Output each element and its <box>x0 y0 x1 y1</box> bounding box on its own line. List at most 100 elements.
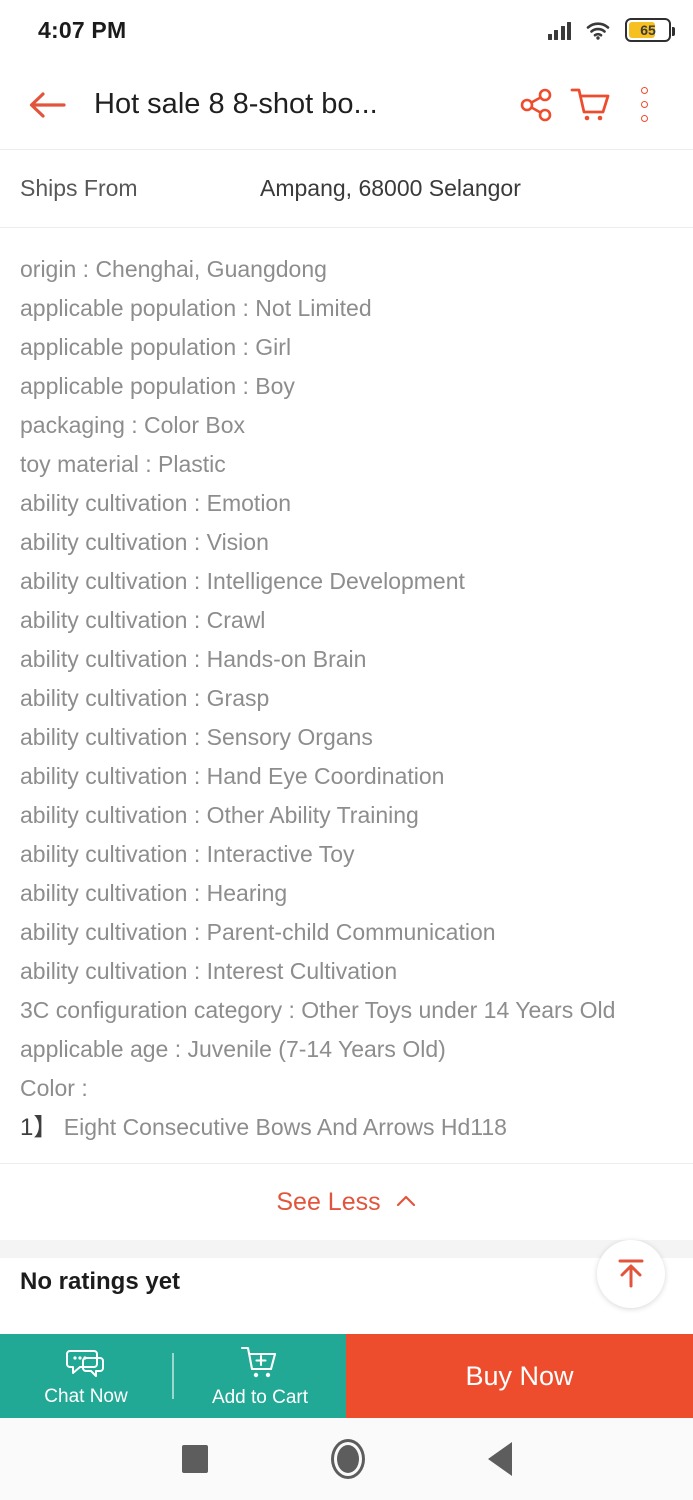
spec-separator: : <box>74 1075 88 1101</box>
cart-icon[interactable] <box>563 78 617 132</box>
spec-key: origin <box>20 256 77 282</box>
spec-key: ability cultivation <box>20 685 188 711</box>
spec-key: ability cultivation <box>20 763 188 789</box>
spec-row: ability cultivation : Vision <box>20 523 673 562</box>
spec-value: Interest Cultivation <box>206 958 398 984</box>
spec-row: applicable population : Boy <box>20 367 673 406</box>
spec-key: applicable population <box>20 373 237 399</box>
spec-row: 3C configuration category : Other Toys u… <box>20 991 673 1030</box>
spec-key: ability cultivation <box>20 529 188 555</box>
spec-separator: : <box>187 958 207 984</box>
buy-now-label: Buy Now <box>465 1360 574 1391</box>
spec-separator: : <box>187 568 207 594</box>
spec-row: ability cultivation : Intelligence Devel… <box>20 562 673 601</box>
spec-value: Crawl <box>206 607 266 633</box>
spec-key: ability cultivation <box>20 724 188 750</box>
cart-plus-icon <box>239 1345 281 1386</box>
spec-value: Girl <box>255 334 292 360</box>
see-less-button[interactable]: See Less <box>0 1164 693 1240</box>
buy-now-button[interactable]: Buy Now <box>346 1334 693 1418</box>
spec-value: Color Box <box>144 412 246 438</box>
chat-now-label: Chat Now <box>44 1386 128 1407</box>
more-options-icon[interactable] <box>617 78 671 132</box>
spec-key: toy material <box>20 451 139 477</box>
spec-separator: : <box>236 373 256 399</box>
ships-from-row[interactable]: Ships From Ampang, 68000 Selangor <box>0 150 693 228</box>
spec-key: applicable age <box>20 1036 169 1062</box>
spec-key: Color <box>20 1075 75 1101</box>
spec-row: applicable population : Not Limited <box>20 289 673 328</box>
add-to-cart-button[interactable]: Add to Cart <box>174 1334 346 1418</box>
color-option-row: 1】 Eight Consecutive Bows And Arrows Hd1… <box>20 1108 673 1147</box>
wifi-icon <box>585 20 611 40</box>
app-header: Hot sale 8 8-shot bo... <box>0 60 693 150</box>
triangle-back-icon[interactable] <box>487 1442 512 1476</box>
spec-value: Vision <box>206 529 269 555</box>
circle-home-icon[interactable] <box>330 1439 365 1479</box>
spec-value: Not Limited <box>255 295 372 321</box>
ratings-section: No ratings yet <box>0 1258 693 1302</box>
spec-value: Intelligence Development <box>206 568 465 594</box>
spec-separator: : <box>282 997 302 1023</box>
signal-icon <box>547 20 571 40</box>
back-arrow-icon[interactable] <box>20 78 74 132</box>
ships-from-value: Ampang, 68000 Selangor <box>260 175 521 201</box>
spec-value: Emotion <box>206 490 292 516</box>
spec-value: Hand Eye Coordination <box>206 763 445 789</box>
status-icons: 65 <box>547 18 675 42</box>
spec-separator: : <box>124 412 145 438</box>
battery-level: 65 <box>640 22 656 38</box>
square-recents-icon[interactable] <box>181 1445 208 1473</box>
spec-value: Plastic <box>158 451 226 477</box>
share-icon[interactable] <box>509 78 563 132</box>
spec-key: packaging <box>20 412 125 438</box>
status-bar: 4:07 PM 65 <box>0 0 693 60</box>
color-option-index: 1】 <box>20 1114 58 1141</box>
spec-separator: : <box>187 529 207 555</box>
spec-value: Sensory Organs <box>206 724 373 750</box>
section-divider <box>0 1240 693 1258</box>
spec-key: ability cultivation <box>20 841 188 867</box>
spec-value: Chenghai, Guangdong <box>95 256 327 282</box>
product-specifications: origin : Chenghai, Guangdong applicable … <box>0 228 693 1164</box>
add-to-cart-label: Add to Cart <box>211 1387 309 1408</box>
spec-key: applicable population <box>20 334 237 360</box>
spec-separator: : <box>236 334 256 360</box>
see-less-label: See Less <box>276 1187 381 1216</box>
spec-separator: : <box>187 685 207 711</box>
spec-key: ability cultivation <box>20 919 188 945</box>
android-nav-bar <box>0 1418 693 1500</box>
spec-value: Parent-child Communication <box>206 919 496 945</box>
spec-key: ability cultivation <box>20 880 188 906</box>
spec-row: toy material : Plastic <box>20 445 673 484</box>
spec-key: ability cultivation <box>20 646 188 672</box>
no-ratings-text: No ratings yet <box>20 1268 181 1295</box>
spec-value: Grasp <box>206 685 270 711</box>
status-time: 4:07 PM <box>38 16 127 43</box>
spec-row: origin : Chenghai, Guangdong <box>20 250 673 289</box>
spec-separator: : <box>168 1036 188 1062</box>
spec-row: ability cultivation : Crawl <box>20 601 673 640</box>
spec-separator: : <box>187 607 207 633</box>
spec-value: Other Toys under 14 Years Old <box>301 997 616 1023</box>
spec-key: ability cultivation <box>20 802 188 828</box>
spec-row: ability cultivation : Parent-child Commu… <box>20 913 673 952</box>
spec-separator: : <box>187 724 207 750</box>
chat-bubble-icon <box>64 1346 108 1385</box>
scroll-to-top-button[interactable] <box>597 1240 665 1308</box>
battery-icon: 65 <box>625 18 675 42</box>
spec-row-color: Color : <box>20 1069 673 1108</box>
spec-row: ability cultivation : Hearing <box>20 874 673 913</box>
spec-row: ability cultivation : Hands-on Brain <box>20 640 673 679</box>
spec-separator: : <box>76 256 96 282</box>
spec-key: 3C configuration category <box>20 997 283 1023</box>
spec-key: ability cultivation <box>20 958 188 984</box>
color-option-label: Eight Consecutive Bows And Arrows Hd118 <box>63 1114 507 1140</box>
spec-value: Juvenile (7-14 Years Old) <box>187 1036 446 1062</box>
spec-value: Interactive Toy <box>206 841 355 867</box>
spec-row: applicable population : Girl <box>20 328 673 367</box>
chevron-up-icon <box>395 1191 417 1213</box>
spec-separator: : <box>236 295 256 321</box>
chat-now-button[interactable]: Chat Now <box>0 1334 172 1418</box>
spec-key: ability cultivation <box>20 607 188 633</box>
